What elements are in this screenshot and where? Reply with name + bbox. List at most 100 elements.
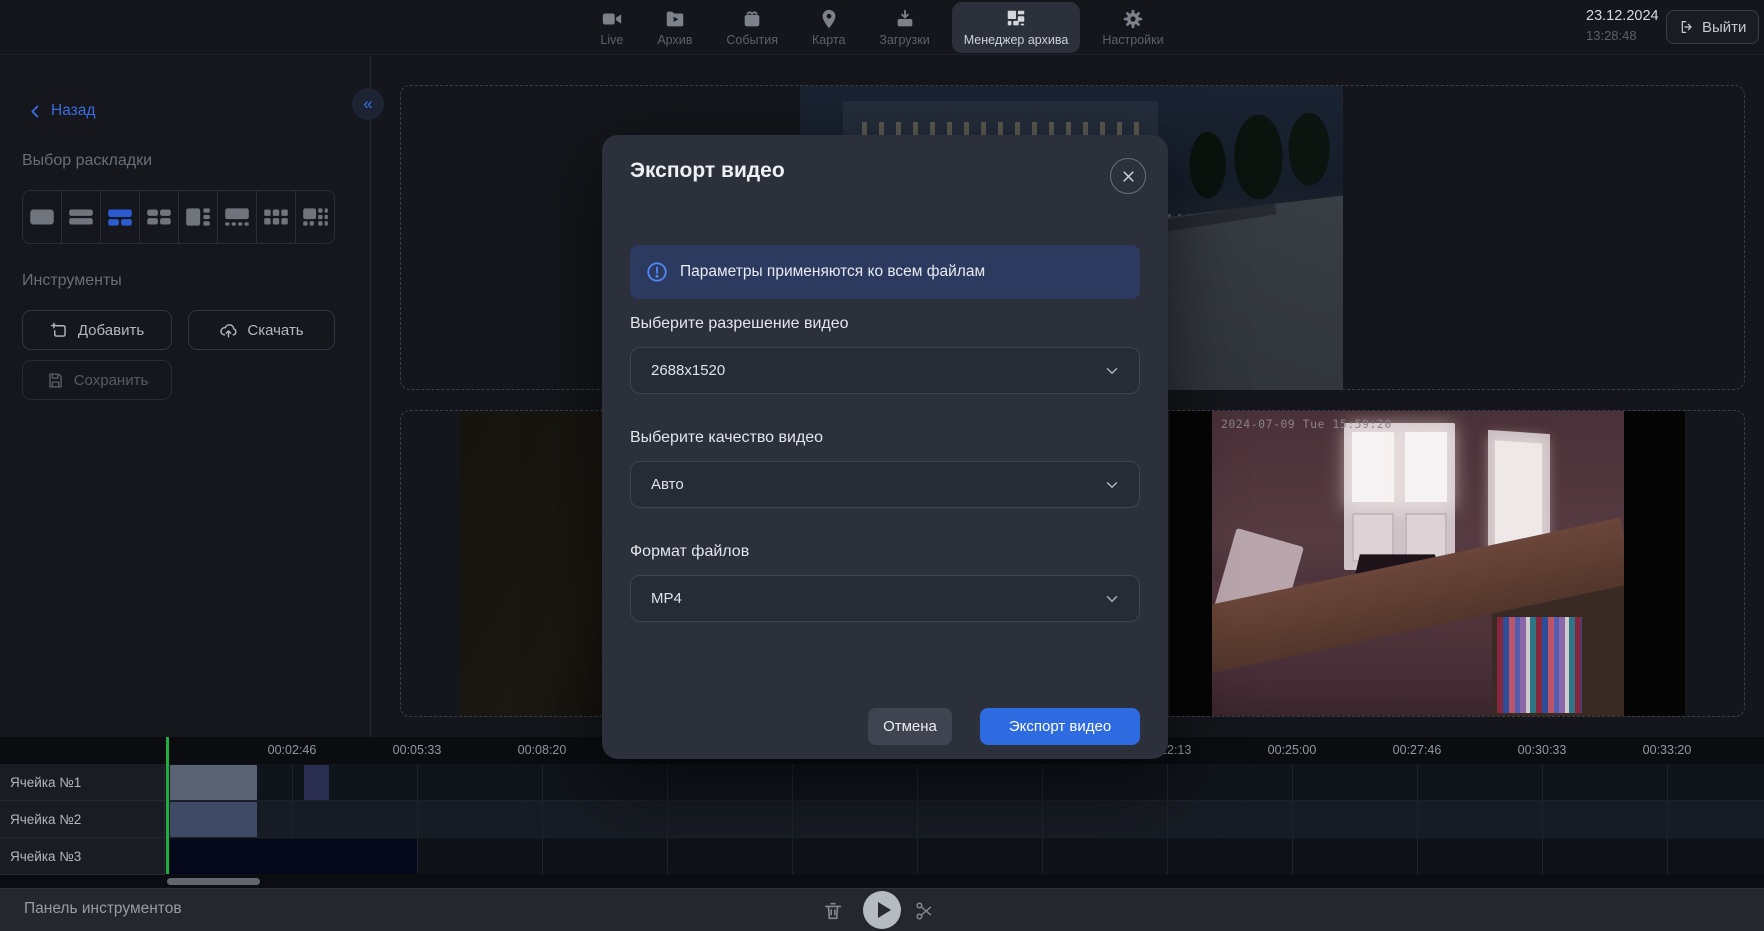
timeline-tick: 00:30:33: [1518, 743, 1567, 757]
layout-option-1-top-4-bottom[interactable]: [217, 191, 256, 243]
timeline-gridline: [1292, 764, 1293, 874]
door-window: [1352, 432, 1394, 502]
export-button[interactable]: Экспорт видео: [980, 708, 1140, 745]
left-sidebar: Назад Выбор раскладки: [0, 56, 371, 737]
play-icon: [878, 902, 891, 918]
add-layout-icon: [50, 321, 69, 340]
cancel-button[interactable]: Отмена: [868, 708, 952, 745]
nav-item-map[interactable]: Карта: [800, 2, 857, 53]
resolution-label: Выберите разрешение видео: [630, 315, 849, 333]
resolution-value: 2688x1520: [651, 362, 1103, 379]
timeline-gridline: [417, 764, 418, 874]
format-select[interactable]: MP4: [630, 575, 1140, 622]
timeline-tick: 00:25:00: [1268, 743, 1317, 757]
layout-option-1-plus-5[interactable]: [295, 191, 334, 243]
top-navigation: Live Архив События Карта: [0, 0, 1764, 55]
info-icon: [646, 261, 668, 283]
save-button-label: Сохранить: [74, 372, 149, 389]
layout-option-1-top-2-bottom[interactable]: [100, 191, 139, 243]
nav-item-events[interactable]: События: [714, 2, 790, 53]
camera-preview-corridor[interactable]: 2024-07-09 Tue 15:59:20: [1170, 411, 1685, 716]
close-icon: [1121, 169, 1136, 184]
logout-button[interactable]: Выйти: [1666, 10, 1759, 44]
nav-item-downloads[interactable]: Загрузки: [867, 2, 941, 53]
double-door: [1344, 423, 1455, 569]
datetime: 23.12.2024 13:28:48: [1586, 7, 1659, 44]
timeline-gridline: [1542, 764, 1543, 874]
close-button[interactable]: [1110, 158, 1146, 194]
timeline-gridline: [1167, 764, 1168, 874]
quality-select[interactable]: Авто: [630, 461, 1140, 508]
timeline-clip[interactable]: [170, 765, 257, 800]
timeline-gridline: [1042, 764, 1043, 874]
download-button[interactable]: Скачать: [188, 310, 335, 350]
format-value: MP4: [651, 590, 1103, 607]
cloud-upload-icon: [219, 321, 238, 340]
timeline-row[interactable]: [0, 801, 1764, 838]
dialog-title: Экспорт видео: [630, 159, 785, 183]
save-button[interactable]: Сохранить: [22, 360, 172, 400]
nav-item-archive-manager[interactable]: Менеджер архива: [952, 2, 1081, 53]
timeline-row-label: Ячейка №1: [0, 764, 165, 801]
delete-icon[interactable]: [822, 900, 844, 922]
timeline-gridline: [667, 764, 668, 874]
back-link[interactable]: Назад: [28, 102, 95, 120]
timeline-tick: 00:02:46: [268, 743, 317, 757]
timeline-row[interactable]: [0, 764, 1764, 801]
chevrons-left-icon: «: [363, 94, 372, 114]
timeline-playhead[interactable]: [166, 737, 169, 874]
layout-option-3x2[interactable]: [256, 191, 295, 243]
timeline-clip[interactable]: [170, 839, 417, 874]
timeline-clip[interactable]: [170, 802, 257, 837]
back-label: Назад: [51, 102, 95, 120]
nav-item-archive[interactable]: Архив: [645, 2, 704, 53]
layout-option-1-left-3-right[interactable]: [178, 191, 217, 243]
timeline-gridline: [542, 764, 543, 874]
add-button[interactable]: Добавить: [22, 310, 172, 350]
download-box-icon: [894, 8, 916, 30]
cut-icon[interactable]: [913, 900, 935, 922]
sidebar-collapse-button[interactable]: «: [352, 88, 384, 120]
scrollbar-thumb[interactable]: [167, 878, 260, 885]
timeline-grid: [0, 764, 1764, 874]
door-window: [1405, 432, 1447, 502]
save-icon: [46, 371, 65, 390]
timeline-tick: 00:05:33: [393, 743, 442, 757]
format-label: Формат файлов: [630, 543, 749, 561]
layout-option-2x2[interactable]: [139, 191, 178, 243]
logout-icon: [1679, 19, 1695, 35]
current-time: 13:28:48: [1586, 27, 1659, 45]
layout-option-1x1[interactable]: [23, 191, 61, 243]
nav-label: Менеджер архива: [964, 33, 1069, 47]
nav-label: Live: [600, 33, 623, 47]
camera-timestamp: 2024-07-09 Tue 15:59:20: [1221, 417, 1392, 431]
timeline-gridline: [1667, 764, 1668, 874]
folder-play-icon: [664, 8, 686, 30]
timeline-row-label: Ячейка №2: [0, 801, 165, 838]
export-video-dialog: Экспорт видео Параметры применяются ко в…: [602, 135, 1168, 759]
current-date: 23.12.2024: [1586, 7, 1659, 27]
archive-manager-screen: Live Архив События Карта: [0, 0, 1764, 931]
resolution-select[interactable]: 2688x1520: [630, 347, 1140, 394]
info-banner-text: Параметры применяются ко всем файлам: [680, 263, 985, 281]
timeline-row-labels: Ячейка №1Ячейка №2Ячейка №3: [0, 764, 165, 874]
timeline-row-label: Ячейка №3: [0, 838, 165, 875]
timeline-tick: 00:33:20: [1643, 743, 1692, 757]
timeline-clip[interactable]: [304, 765, 329, 800]
corridor-image: 2024-07-09 Tue 15:59:20: [1212, 411, 1624, 716]
nav-item-settings[interactable]: Настройки: [1090, 2, 1175, 53]
nav-label: Архив: [657, 33, 692, 47]
video-camera-icon: [601, 8, 623, 30]
nav-label: Загрузки: [879, 33, 929, 47]
nav-items: Live Архив События Карта: [0, 0, 1764, 55]
binders: [1497, 617, 1581, 714]
play-button[interactable]: [863, 891, 901, 929]
info-banner: Параметры применяются ко всем файлам: [630, 245, 1140, 299]
add-button-label: Добавить: [78, 322, 144, 339]
toolbar-title: Панель инструментов: [24, 900, 182, 918]
layout-option-2-rows[interactable]: [61, 191, 100, 243]
nav-item-live[interactable]: Live: [588, 2, 635, 53]
timeline-tick: 00:08:20: [518, 743, 567, 757]
map-pin-icon: [818, 8, 840, 30]
layout-picker: [22, 190, 335, 244]
